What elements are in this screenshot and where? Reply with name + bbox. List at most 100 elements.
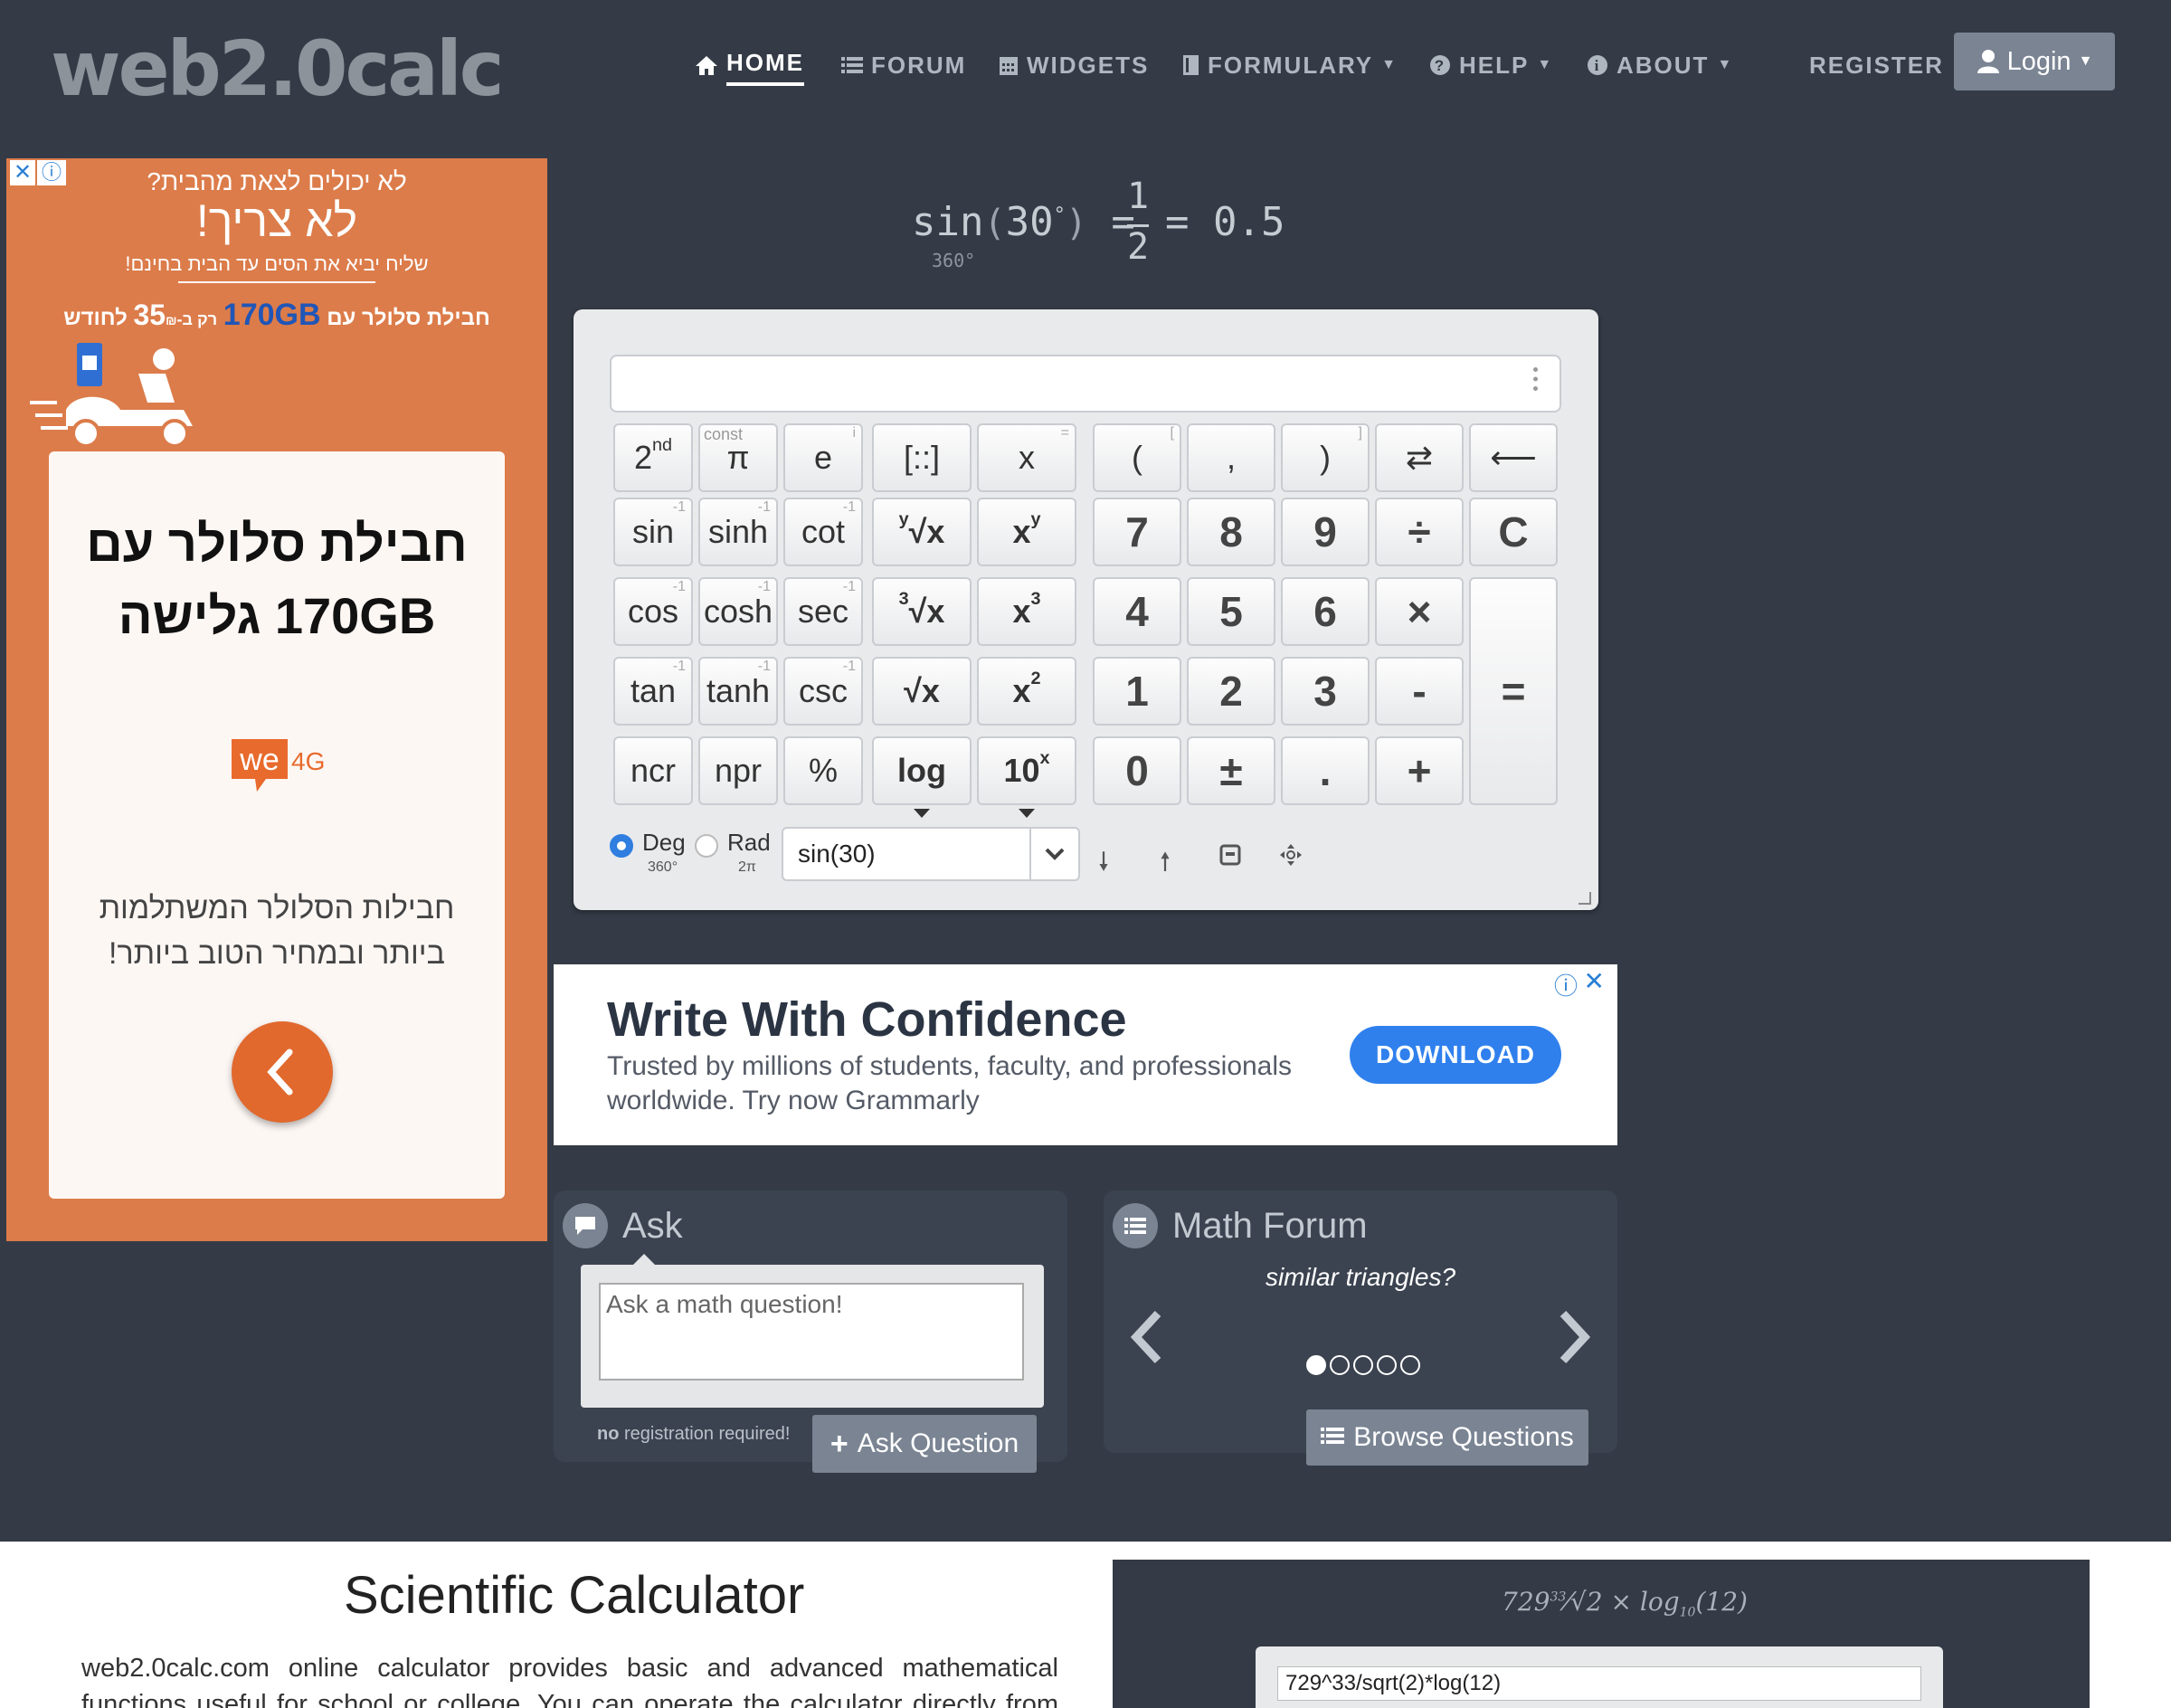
key-5[interactable]: 5 bbox=[1187, 577, 1275, 646]
move-icon[interactable] bbox=[1279, 843, 1303, 873]
key-log[interactable]: log bbox=[872, 736, 972, 818]
carousel-dot[interactable] bbox=[1306, 1355, 1326, 1375]
key-equals[interactable]: = bbox=[1469, 577, 1558, 805]
key-9[interactable]: 9 bbox=[1281, 498, 1370, 566]
key-open-paren[interactable]: ([ bbox=[1093, 423, 1181, 492]
nav-register[interactable]: REGISTER bbox=[1809, 47, 1944, 83]
key-clear[interactable]: C bbox=[1469, 498, 1558, 566]
key-tan[interactable]: -1 tan bbox=[613, 657, 693, 726]
ad-info-icon[interactable]: ⓘ bbox=[1554, 968, 1578, 1001]
left-advertisement[interactable]: ✕ ⓘ לא יכולים לצאת מהבית? לא צריך! שליח … bbox=[6, 158, 547, 1241]
key-cot[interactable]: -1 cot bbox=[783, 498, 863, 566]
key-x-squared[interactable]: x2 bbox=[977, 657, 1076, 726]
nav-home[interactable]: HOME bbox=[695, 47, 804, 86]
key-2[interactable]: 2 bbox=[1187, 657, 1275, 726]
key-decimal[interactable]: . bbox=[1281, 736, 1370, 805]
key-decimal-label: . bbox=[1319, 747, 1332, 794]
ask-question-button[interactable]: + Ask Question bbox=[812, 1415, 1037, 1473]
key-plus[interactable]: + bbox=[1375, 736, 1464, 805]
key-close-paren[interactable]: )] bbox=[1281, 423, 1370, 492]
save-icon[interactable] bbox=[1219, 843, 1241, 872]
grammarly-advertisement[interactable]: Write With Confidence Trusted by million… bbox=[554, 964, 1617, 1145]
key-plus-minus[interactable]: ± bbox=[1187, 736, 1275, 805]
nav-forum[interactable]: FORUM bbox=[841, 47, 966, 83]
key-0-label: 0 bbox=[1125, 747, 1149, 794]
chevron-right-icon[interactable] bbox=[1556, 1308, 1592, 1371]
nav-about[interactable]: i ABOUT ▼ bbox=[1587, 47, 1733, 83]
key-6[interactable]: 6 bbox=[1281, 577, 1370, 646]
key-multiply[interactable]: × bbox=[1375, 577, 1464, 646]
key-divide[interactable]: ÷ bbox=[1375, 498, 1464, 566]
key-ten-pow-x-dropdown-icon[interactable] bbox=[1019, 809, 1035, 818]
key-x-cubed[interactable]: x3 bbox=[977, 577, 1076, 646]
we4g-logo-we: we bbox=[239, 743, 279, 777]
key-8[interactable]: 8 bbox=[1187, 498, 1275, 566]
key-x[interactable]: x = bbox=[977, 423, 1076, 492]
resize-handle[interactable] bbox=[1578, 892, 1591, 905]
key-cube-root[interactable]: 3√x bbox=[872, 577, 972, 646]
deg-label: Deg bbox=[642, 829, 686, 856]
key-e[interactable]: ei bbox=[783, 423, 863, 492]
ask-question-textarea[interactable]: Ask a math question! bbox=[599, 1283, 1024, 1381]
carousel-dot[interactable] bbox=[1330, 1355, 1350, 1375]
key-4[interactable]: 4 bbox=[1093, 577, 1181, 646]
key-x-pow-y[interactable]: xy bbox=[977, 498, 1076, 566]
login-button[interactable]: Login ▼ bbox=[1954, 33, 2115, 90]
key-7[interactable]: 7 bbox=[1093, 498, 1181, 566]
ask-note: no registration required! bbox=[597, 1424, 790, 1445]
browse-questions-button[interactable]: Browse Questions bbox=[1306, 1409, 1588, 1466]
key-minus[interactable]: - bbox=[1375, 657, 1464, 726]
chevron-left-icon[interactable] bbox=[1129, 1308, 1165, 1371]
key-yroot[interactable]: y√x bbox=[872, 498, 972, 566]
rad-radio[interactable] bbox=[695, 834, 718, 858]
display-menu-icon[interactable] bbox=[1533, 367, 1538, 391]
download-button[interactable]: DOWNLOAD bbox=[1350, 1026, 1561, 1084]
key-close-paren-label: ) bbox=[1320, 439, 1331, 476]
ad-card[interactable]: חבילת סלולר עם 170GB גלישה we 4G חבילות ה… bbox=[49, 451, 505, 1199]
forum-header: Math Forum bbox=[1113, 1203, 1368, 1248]
key-sec[interactable]: -1 sec bbox=[783, 577, 863, 646]
nav-help[interactable]: ? HELP ▼ bbox=[1429, 47, 1553, 83]
key-1[interactable]: 1 bbox=[1093, 657, 1181, 726]
key-sinh-label: sinh bbox=[707, 513, 769, 550]
key-swap[interactable]: ⇄ bbox=[1375, 423, 1464, 492]
key-comma[interactable]: , bbox=[1187, 423, 1275, 492]
arrow-up-icon[interactable]: 🠕 bbox=[1160, 843, 1171, 887]
key-npr[interactable]: npr bbox=[698, 736, 778, 805]
key-2nd[interactable]: 2nd bbox=[613, 423, 693, 492]
site-logo[interactable]: web2.0calc bbox=[51, 25, 505, 112]
key-csc[interactable]: -1 csc bbox=[783, 657, 863, 726]
deg-radio[interactable] bbox=[610, 834, 633, 858]
key-ten-pow-x[interactable]: 10x bbox=[977, 736, 1076, 818]
chevron-down-icon[interactable] bbox=[1029, 829, 1078, 879]
key-sinh[interactable]: -1 sinh bbox=[698, 498, 778, 566]
carousel-dot[interactable] bbox=[1353, 1355, 1373, 1375]
svg-text:i: i bbox=[1595, 57, 1601, 74]
key-cos[interactable]: -1 cos bbox=[613, 577, 693, 646]
key-pi[interactable]: const π bbox=[698, 423, 778, 492]
key-log-dropdown-icon[interactable] bbox=[914, 809, 930, 818]
carousel-dot[interactable] bbox=[1400, 1355, 1420, 1375]
key-3[interactable]: 3 bbox=[1281, 657, 1370, 726]
key-sin[interactable]: -1 sin bbox=[613, 498, 693, 566]
key-ncr[interactable]: ncr bbox=[613, 736, 693, 805]
nav-formulary[interactable]: FORMULARY ▼ bbox=[1181, 47, 1398, 83]
arrow-down-icon[interactable]: 🠗 bbox=[1098, 843, 1109, 887]
key-matrix[interactable]: [::] bbox=[872, 423, 972, 492]
carousel-dot[interactable] bbox=[1377, 1355, 1397, 1375]
key-5-label: 5 bbox=[1219, 588, 1243, 635]
key-cosh[interactable]: -1 cosh bbox=[698, 577, 778, 646]
key-tanh[interactable]: -1 tanh bbox=[698, 657, 778, 726]
history-select[interactable]: sin(30) bbox=[782, 827, 1080, 881]
nav-help-label: HELP bbox=[1459, 52, 1530, 79]
key-percent[interactable]: % bbox=[783, 736, 863, 805]
ad-close-icon[interactable]: ✕ bbox=[1584, 966, 1605, 996]
forum-question-link[interactable]: similar triangles? bbox=[1104, 1263, 1617, 1292]
key-sqrt[interactable]: √x bbox=[872, 657, 972, 726]
history-select-value: sin(30) bbox=[798, 840, 876, 868]
ad-arrow-button[interactable] bbox=[232, 1021, 333, 1123]
calculator-display[interactable] bbox=[610, 355, 1561, 413]
key-0[interactable]: 0 bbox=[1093, 736, 1181, 805]
nav-widgets[interactable]: WIDGETS bbox=[999, 47, 1149, 83]
key-backspace[interactable]: ⟵ bbox=[1469, 423, 1558, 492]
